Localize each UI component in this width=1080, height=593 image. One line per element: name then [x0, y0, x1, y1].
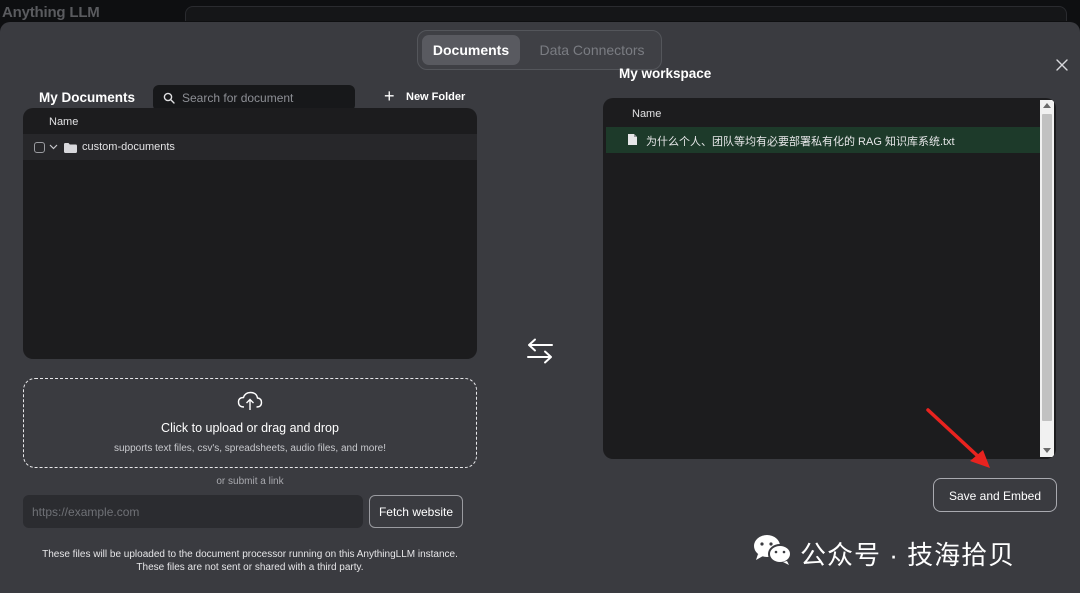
disclaimer-line-2: These files are not sent or shared with …	[136, 562, 364, 573]
column-header-name: Name	[632, 108, 662, 120]
workspace-scrollbar[interactable]	[1040, 100, 1054, 457]
save-and-embed-button[interactable]: Save and Embed	[933, 478, 1057, 512]
folder-checkbox[interactable]	[34, 142, 45, 153]
file-icon	[628, 134, 637, 145]
tab-data-connectors[interactable]: Data Connectors	[526, 35, 658, 65]
folder-icon	[64, 143, 77, 153]
document-manager-modal: Documents Data Connectors My Documents S…	[0, 22, 1080, 593]
scroll-thumb[interactable]	[1042, 114, 1052, 421]
fetch-website-button[interactable]: Fetch website	[369, 495, 463, 528]
search-placeholder: Search for document	[182, 91, 294, 105]
app-title: Anything LLM	[2, 4, 100, 21]
upload-cloud-icon	[237, 391, 263, 410]
save-and-embed-label: Save and Embed	[948, 489, 1042, 503]
watermark-text: 公众号 · 技海拾贝	[800, 540, 1016, 570]
close-icon[interactable]	[1054, 57, 1070, 73]
scroll-up-arrow[interactable]	[1043, 103, 1051, 108]
my-workspace-heading: My workspace	[619, 66, 712, 81]
disclaimer-line-1: These files will be uploaded to the docu…	[42, 549, 458, 560]
scroll-down-arrow[interactable]	[1043, 448, 1051, 453]
my-documents-list: Name custom-documents	[23, 108, 477, 359]
swap-arrows-icon	[527, 338, 553, 364]
tab-documents[interactable]: Documents	[422, 35, 520, 65]
fetch-website-label: Fetch website	[378, 505, 454, 519]
workspace-file-name: 为什么个人、团队等均有必要部署私有化的 RAG 知识库系统.txt	[646, 136, 955, 148]
folder-row[interactable]: custom-documents	[23, 134, 477, 160]
url-placeholder: https://example.com	[32, 505, 140, 519]
workspace-file-row[interactable]: 为什么个人、团队等均有必要部署私有化的 RAG 知识库系统.txt	[606, 127, 1040, 153]
folder-name: custom-documents	[82, 141, 175, 153]
upload-subtitle: supports text files, csv's, spreadsheets…	[113, 443, 387, 454]
search-icon	[163, 92, 175, 104]
chevron-down-icon[interactable]	[48, 141, 59, 152]
wechat-icon	[754, 535, 792, 565]
background-bar	[185, 6, 1067, 21]
tab-group: Documents Data Connectors	[417, 30, 662, 70]
upload-title: Click to upload or drag and drop	[161, 421, 339, 435]
url-input[interactable]: https://example.com	[23, 495, 363, 528]
upload-dropzone[interactable]: Click to upload or drag and drop support…	[23, 378, 477, 468]
column-header-name: Name	[49, 116, 79, 128]
annotation-arrow	[926, 408, 990, 468]
plus-icon: +	[384, 86, 395, 106]
my-documents-heading: My Documents	[39, 90, 136, 105]
workspace-documents-list: Name 为什么个人、团队等均有必要部署私有化的 RAG 知识库系统.txt	[603, 98, 1056, 459]
or-submit-link-label: or submit a link	[216, 476, 284, 487]
new-folder-label: New Folder	[406, 91, 466, 103]
disclaimer: These files will be uploaded to the docu…	[0, 548, 500, 574]
